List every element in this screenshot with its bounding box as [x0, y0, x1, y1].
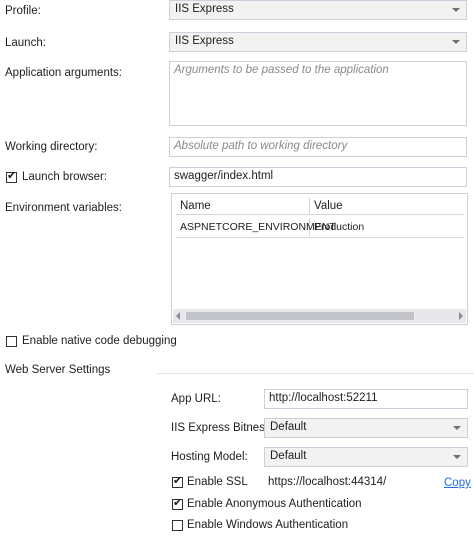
windows-auth-checkbox[interactable] [172, 520, 183, 531]
app-args-textarea[interactable]: Arguments to be passed to the applicatio… [169, 61, 467, 126]
hosting-model-dropdown-value: Default [270, 450, 307, 462]
hosting-model-dropdown[interactable]: Default [264, 447, 468, 467]
launch-browser-checkbox[interactable]: ✔ [6, 170, 17, 183]
checkmark-icon: ✔ [7, 170, 17, 182]
scroll-left-arrow-icon[interactable] [176, 312, 180, 320]
native-debug-label: Enable native code debugging [22, 335, 177, 347]
working-dir-input[interactable]: Absolute path to working directory [169, 137, 467, 157]
row-divider [176, 237, 464, 238]
bitness-dropdown[interactable]: Default [264, 418, 468, 438]
anon-auth-label: Enable Anonymous Authentication [187, 498, 362, 510]
launch-browser-label: Launch browser: [22, 171, 108, 183]
windows-auth-label: Enable Windows Authentication [187, 519, 349, 531]
chevron-down-icon [453, 455, 461, 459]
app-url-value: http://localhost:52211 [269, 392, 378, 404]
chevron-down-icon [453, 426, 461, 430]
web-server-heading: Web Server Settings [5, 364, 111, 376]
bitness-dropdown-value: Default [270, 421, 307, 433]
env-vars-column-name[interactable]: Name [176, 198, 310, 215]
enable-ssl-label: Enable SSL [187, 476, 248, 488]
native-debug-checkbox[interactable] [6, 336, 17, 347]
enable-ssl-checkbox[interactable]: ✔ [172, 475, 183, 488]
horizontal-scrollbar[interactable] [173, 309, 466, 323]
app-url-input[interactable]: http://localhost:52211 [264, 389, 468, 409]
working-dir-placeholder: Absolute path to working directory [174, 140, 348, 152]
app-args-label: Application arguments: [5, 67, 122, 79]
checkmark-icon: ✔ [173, 497, 183, 509]
app-args-placeholder: Arguments to be passed to the applicatio… [174, 64, 389, 76]
checkmark-icon: ✔ [173, 475, 183, 487]
launch-label: Launch: [5, 37, 46, 49]
bitness-label: IIS Express Bitness: [171, 422, 274, 434]
section-divider [157, 373, 474, 374]
profile-dropdown[interactable]: IIS Express [169, 0, 467, 20]
ssl-url-text: https://localhost:44314/ [268, 476, 387, 488]
anon-auth-checkbox[interactable]: ✔ [172, 497, 183, 510]
scroll-right-arrow-icon[interactable] [459, 312, 463, 320]
hosting-model-label: Hosting Model: [171, 451, 248, 463]
chevron-down-icon [452, 40, 460, 44]
env-vars-grid[interactable]: Name Value ASPNETCORE_ENVIRONMENT Produc… [171, 193, 468, 325]
profile-label: Profile: [5, 5, 41, 17]
copy-ssl-url-link[interactable]: Copy [444, 477, 471, 489]
scrollbar-thumb[interactable] [186, 312, 414, 320]
launch-browser-url-input[interactable]: swagger/index.html [169, 167, 467, 187]
profile-dropdown-value: IIS Express [175, 3, 234, 15]
chevron-down-icon [452, 8, 460, 12]
launch-dropdown[interactable]: IIS Express [169, 32, 467, 52]
env-vars-label: Environment variables: [5, 202, 122, 214]
env-var-name-cell[interactable]: ASPNETCORE_ENVIRONMENT [176, 218, 336, 236]
working-dir-label: Working directory: [5, 141, 98, 153]
env-var-value-cell[interactable]: Production [310, 218, 464, 236]
app-url-label: App URL: [171, 393, 221, 405]
launch-dropdown-value: IIS Express [175, 35, 234, 47]
launch-browser-url-value: swagger/index.html [174, 170, 274, 182]
env-vars-column-value[interactable]: Value [310, 198, 464, 215]
